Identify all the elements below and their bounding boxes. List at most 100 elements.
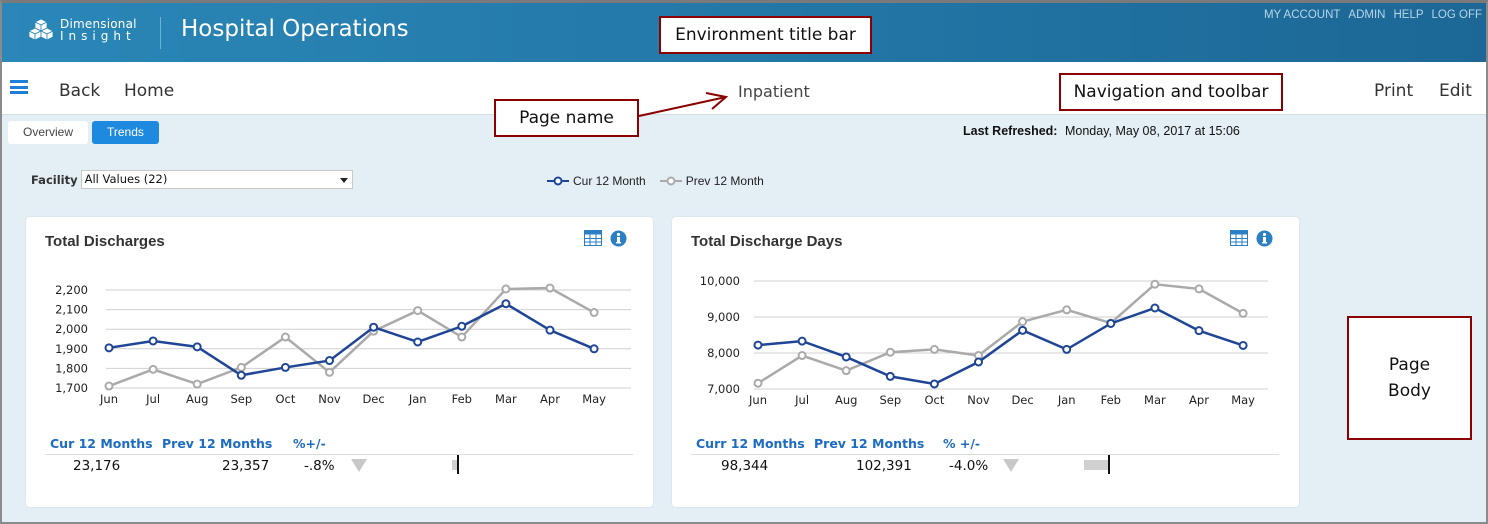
legend-label-cur: Cur 12 Month — [573, 174, 646, 188]
data-point-prev[interactable] — [929, 344, 939, 354]
x-tick-label: Jun — [748, 393, 767, 407]
tab-overview[interactable]: Overview — [8, 121, 89, 144]
data-point-cur[interactable] — [148, 336, 158, 346]
facility-selected-value: All Values (22) — [84, 172, 168, 186]
data-point-prev[interactable] — [148, 364, 158, 374]
last-refreshed-value: Monday, May 08, 2017 at 15:06 — [1064, 124, 1240, 138]
cur-12-months-header: Cur 12 Months — [50, 436, 153, 451]
data-point-prev[interactable] — [1018, 317, 1028, 327]
data-point-cur[interactable] — [797, 336, 807, 346]
data-point-cur[interactable] — [589, 344, 599, 354]
data-point-cur[interactable] — [192, 342, 202, 352]
data-point-cur[interactable] — [885, 371, 895, 381]
stats-divider — [691, 454, 1279, 455]
data-point-prev[interactable] — [1194, 284, 1204, 294]
facility-filter: Facility All Values (22) — [31, 170, 353, 189]
annotation-arrow-icon — [638, 92, 729, 117]
data-point-cur[interactable] — [1018, 325, 1028, 335]
table-view-icon[interactable] — [584, 230, 602, 246]
brand-logo[interactable]: Dimensional Insight — [28, 17, 137, 43]
data-point-cur[interactable] — [413, 337, 423, 347]
x-tick-label: Nov — [967, 393, 990, 407]
data-point-cur[interactable] — [1062, 344, 1072, 354]
data-point-cur[interactable] — [753, 340, 763, 350]
data-point-cur[interactable] — [457, 321, 467, 331]
data-point-prev[interactable] — [501, 284, 511, 294]
data-point-cur[interactable] — [1194, 326, 1204, 336]
legend-label-prev: Prev 12 Month — [685, 174, 764, 188]
prev-12-months-header: Prev 12 Months — [814, 436, 925, 451]
data-point-prev[interactable] — [797, 351, 807, 361]
data-point-prev[interactable] — [1238, 308, 1248, 318]
data-point-prev[interactable] — [885, 347, 895, 357]
data-point-prev[interactable] — [1062, 305, 1072, 315]
x-tick-label: Jun — [99, 392, 118, 406]
data-point-prev[interactable] — [280, 332, 290, 342]
x-tick-label: Jan — [1057, 393, 1076, 407]
data-point-cur[interactable] — [501, 299, 511, 309]
annotation-nav-toolbar: Navigation and toolbar — [1059, 73, 1283, 111]
down-arrow-icon — [1003, 459, 1019, 472]
y-tick-label: 2,000 — [55, 322, 88, 336]
data-point-cur[interactable] — [1238, 340, 1248, 350]
log-off-link[interactable]: LOG OFF — [1432, 9, 1482, 21]
menu-icon[interactable] — [10, 80, 28, 94]
data-point-prev[interactable] — [589, 308, 599, 318]
x-tick-label: Jul — [794, 393, 809, 407]
legend-marker-cur-icon — [547, 176, 569, 186]
data-point-cur[interactable] — [1150, 303, 1160, 313]
table-view-icon[interactable] — [1230, 230, 1248, 246]
data-point-cur[interactable] — [974, 357, 983, 367]
back-button[interactable]: Back — [59, 81, 100, 101]
y-tick-label: 1,900 — [55, 342, 88, 356]
help-link[interactable]: HELP — [1393, 9, 1423, 21]
cur-12-months-header: Curr 12 Months — [696, 436, 805, 451]
data-point-prev[interactable] — [325, 367, 334, 377]
data-point-cur[interactable] — [369, 322, 379, 332]
data-point-prev[interactable] — [841, 366, 851, 376]
data-point-prev[interactable] — [192, 379, 202, 389]
data-point-cur[interactable] — [104, 343, 114, 353]
y-tick-label: 2,200 — [55, 283, 88, 297]
my-account-link[interactable]: MY ACCOUNT — [1264, 9, 1340, 21]
y-tick-label: 7,000 — [707, 382, 740, 396]
x-tick-label: Aug — [186, 392, 208, 406]
legend-item-prev[interactable]: Prev 12 Month — [659, 174, 764, 188]
pct-bar-zero-axis — [1108, 455, 1110, 474]
x-tick-label: Sep — [879, 393, 901, 407]
data-point-cur[interactable] — [1106, 318, 1116, 328]
total-discharges-chart: 1,700 1,800 1,900 2,000 2,100 2,200 Jun Jul Aug S… — [55, 283, 631, 406]
data-point-prev[interactable] — [104, 381, 114, 391]
data-point-cur[interactable] — [929, 379, 939, 389]
data-point-prev[interactable] — [753, 378, 763, 388]
x-tick-label: Mar — [495, 392, 517, 406]
data-point-cur[interactable] — [545, 325, 555, 335]
facility-select[interactable]: All Values (22) — [80, 170, 353, 189]
app-title: Hospital Operations — [181, 16, 409, 42]
data-point-cur[interactable] — [841, 352, 851, 362]
annotation-page-name: Page name — [494, 99, 639, 137]
data-point-cur[interactable] — [236, 370, 246, 380]
data-point-prev[interactable] — [236, 362, 246, 372]
x-tick-label: Oct — [924, 393, 944, 407]
print-button[interactable]: Print — [1374, 81, 1413, 101]
legend-item-cur[interactable]: Cur 12 Month — [547, 174, 646, 188]
x-tick-label: Sep — [230, 392, 252, 406]
data-point-prev[interactable] — [1150, 279, 1160, 289]
facility-label: Facility — [31, 172, 78, 187]
info-icon[interactable] — [610, 230, 627, 247]
data-point-prev[interactable] — [457, 332, 467, 342]
x-tick-label: Dec — [362, 392, 384, 406]
data-point-cur[interactable] — [280, 362, 290, 372]
stats-divider — [45, 454, 633, 455]
info-icon[interactable] — [1256, 230, 1273, 247]
tab-trends[interactable]: Trends — [92, 121, 159, 144]
admin-link[interactable]: ADMIN — [1348, 9, 1385, 21]
data-point-cur[interactable] — [325, 356, 334, 366]
data-point-prev[interactable] — [413, 306, 423, 316]
series-line-prev — [757, 282, 1244, 385]
data-point-prev[interactable] — [545, 283, 555, 293]
home-button[interactable]: Home — [124, 81, 174, 101]
edit-button[interactable]: Edit — [1439, 81, 1472, 101]
pct-change-value: -4.0% — [949, 458, 989, 474]
